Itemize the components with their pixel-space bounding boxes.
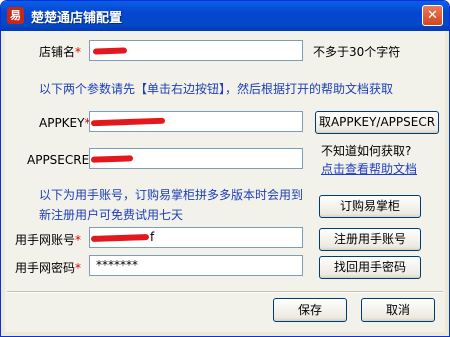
shop-name-hint: 不多于30个字符: [313, 45, 401, 59]
title-bar: 易 楚楚通店铺配置 ✕: [1, 1, 449, 31]
instructions-account-line1: 以下为用手账号，订购易掌柜拼多多版本时会用到: [39, 188, 304, 202]
window-title: 楚楚通店铺配置: [31, 11, 123, 26]
order-button[interactable]: 订购易掌柜: [319, 195, 421, 218]
instructions-appkey: 以下两个参数请先【单击右边按钮】，然后根据打开的帮助文档获取: [39, 82, 394, 96]
footer-divider: [7, 291, 443, 293]
dialog-body: 店铺名* 不多于30个字符 以下两个参数请先【单击右边按钮】，然后根据打开的帮助…: [5, 31, 445, 332]
appkey-label: APPKEY*: [39, 116, 91, 130]
instructions-account-line2: 新注册用户可免费试用七天: [39, 208, 184, 222]
app-icon: 易: [7, 7, 24, 24]
cancel-button[interactable]: 取消: [361, 298, 435, 322]
config-dialog: 易 楚楚通店铺配置 ✕ 店铺名* 不多于30个字符 以下两个参数请先【单击右边按…: [0, 0, 450, 337]
redaction-mark: [92, 47, 128, 55]
password-input[interactable]: *******: [89, 255, 303, 276]
save-button[interactable]: 保存: [273, 298, 347, 322]
password-label: 用手网密码*: [15, 261, 82, 275]
register-account-button[interactable]: 注册用手账号: [319, 228, 421, 251]
account-label: 用手网账号*: [15, 233, 82, 247]
help-doc-link[interactable]: 点击查看帮助文档: [321, 160, 417, 177]
close-button[interactable]: ✕: [422, 5, 443, 26]
get-appkey-button[interactable]: 取APPKEY/APPSECR: [315, 111, 439, 134]
help-question: 不知道如何获取?: [321, 144, 412, 158]
shop-name-label: 店铺名*: [39, 45, 82, 59]
recover-password-button[interactable]: 找回用手密码: [319, 256, 421, 279]
